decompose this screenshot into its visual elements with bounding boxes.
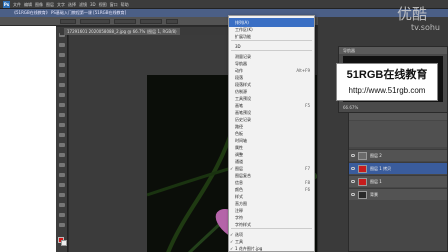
- opacity-field[interactable]: [114, 19, 136, 24]
- gradient-tool-icon[interactable]: [59, 143, 65, 147]
- flow-field[interactable]: [140, 19, 162, 24]
- photoshop-window: Ps 文件 编辑 图像 图层 文字 选择 滤镜 3D 视图 窗口 帮助 《51RGB在线教育》 PS…: [0, 0, 448, 252]
- window-menu-dropdown: 排列(A) 工作区(K) 扩展功能 3D 测量记录 导航器 动作 Alt+F9 段落 段落样式 仿制…: [228, 15, 315, 252]
- quick-select-tool-icon[interactable]: [59, 63, 65, 67]
- visibility-eye-icon[interactable]: [351, 180, 355, 183]
- layers-panel-controls: [349, 121, 447, 147]
- visibility-eye-icon[interactable]: [351, 167, 355, 170]
- menu-item[interactable]: 滤镜: [79, 1, 87, 8]
- background-color-swatch[interactable]: [61, 240, 67, 246]
- pen-tool-icon[interactable]: [59, 173, 65, 177]
- navigator-zoom-readout[interactable]: 66.67%: [343, 105, 358, 110]
- menu-items: 文件 编辑 图像 图层 文字 选择 滤镜 3D 视图 窗口 帮助: [13, 1, 129, 8]
- menu-item-label: 扩展功能: [235, 34, 251, 39]
- menu-item[interactable]: 窗口: [110, 1, 118, 8]
- menu-item[interactable]: 文字: [57, 1, 65, 8]
- menu-item[interactable]: 图像: [35, 1, 43, 8]
- layers-panel: 图层 2 图层 1 拷贝 图层 1 背景: [348, 112, 448, 252]
- menu-item[interactable]: 3D: [90, 1, 96, 8]
- menu-item[interactable]: 图层: [46, 1, 54, 8]
- menu-item-label: 字符样式: [235, 222, 251, 227]
- crop-tool-icon[interactable]: [59, 73, 65, 77]
- video-watermark: 优酷 tv.sohu: [397, 6, 447, 34]
- zoom-tool-icon[interactable]: [59, 223, 65, 227]
- layer-name: 背景: [370, 192, 378, 197]
- checkmark-icon: ✓: [230, 246, 234, 251]
- title-bar: 《51RGB在线教育》 PS基础入门教程第一课 [51RGB在线教育]: [0, 9, 448, 17]
- hand-tool-icon[interactable]: [59, 213, 65, 217]
- visibility-eye-icon[interactable]: [351, 193, 355, 196]
- menu-separator: [231, 40, 312, 41]
- layer-name: 图层 1: [370, 179, 382, 184]
- layer-thumbnail: [358, 152, 367, 160]
- tool-preset-picker[interactable]: [60, 19, 76, 24]
- layer-name: 图层 2: [370, 153, 382, 158]
- navigator-tab[interactable]: 导航器: [339, 47, 447, 54]
- promo-banner: 51RGB在线教育 http://www.51rgb.com: [336, 63, 438, 101]
- promo-title: 51RGB在线教育: [346, 69, 428, 81]
- photoshop-logo: Ps: [3, 1, 10, 8]
- layer-row[interactable]: 图层 2: [349, 149, 447, 161]
- menu-item[interactable]: 文件: [13, 1, 21, 8]
- airbrush-toggle[interactable]: [166, 19, 178, 24]
- healing-brush-tool-icon[interactable]: [59, 93, 65, 97]
- left-letterbox: [0, 0, 56, 252]
- menu-item-label: 3D: [235, 44, 241, 49]
- path-select-tool-icon[interactable]: [59, 193, 65, 197]
- menu-separator: [231, 50, 312, 51]
- eraser-tool-icon[interactable]: [59, 133, 65, 137]
- document-tab[interactable]: 17291601 2020058088_2.jpg @ 66.7% (图层 1,…: [64, 28, 180, 35]
- layer-row[interactable]: 图层 1: [349, 175, 447, 187]
- menu-item-label: 1 花卉图片.jpg: [235, 246, 263, 251]
- brush-tool-icon[interactable]: [59, 103, 65, 107]
- tools-panel: [56, 27, 68, 252]
- menu-item[interactable]: ✓ 1 花卉图片.jpg: [229, 244, 314, 252]
- menu-bar: Ps 文件 编辑 图像 图层 文字 选择 滤镜 3D 视图 窗口 帮助: [0, 0, 448, 9]
- watermark-logo-text: 优酷: [397, 5, 428, 23]
- menu-item[interactable]: 编辑: [24, 1, 32, 8]
- layer-thumbnail: [358, 165, 367, 173]
- shape-tool-icon[interactable]: [59, 203, 65, 207]
- menu-item[interactable]: 选择: [68, 1, 76, 8]
- clone-stamp-tool-icon[interactable]: [59, 113, 65, 117]
- eyedropper-tool-icon[interactable]: [59, 83, 65, 87]
- history-brush-tool-icon[interactable]: [59, 123, 65, 127]
- watermark-sub-text: tv.sohu: [411, 23, 440, 32]
- window-title: 《51RGB在线教育》 PS基础入门教程第一课 [51RGB在线教育]: [12, 10, 127, 15]
- layer-row[interactable]: 图层 1 拷贝: [349, 162, 447, 174]
- marquee-tool-icon[interactable]: [59, 43, 65, 47]
- dodge-tool-icon[interactable]: [59, 163, 65, 167]
- mode-select[interactable]: [80, 19, 110, 24]
- layer-thumbnail: [358, 178, 367, 186]
- layer-row[interactable]: 背景: [349, 188, 447, 200]
- menu-separator: [231, 228, 312, 229]
- menu-item[interactable]: 视图: [99, 1, 107, 8]
- layer-name: 图层 1 拷贝: [370, 166, 392, 171]
- lasso-tool-icon[interactable]: [59, 53, 65, 57]
- promo-url: http://www.51rgb.com: [348, 86, 426, 95]
- layer-thumbnail: [358, 191, 367, 199]
- visibility-eye-icon[interactable]: [351, 154, 355, 157]
- menu-item[interactable]: 帮助: [121, 1, 129, 8]
- blur-tool-icon[interactable]: [59, 153, 65, 157]
- layers-panel-tabs[interactable]: [349, 113, 447, 120]
- type-tool-icon[interactable]: [59, 183, 65, 187]
